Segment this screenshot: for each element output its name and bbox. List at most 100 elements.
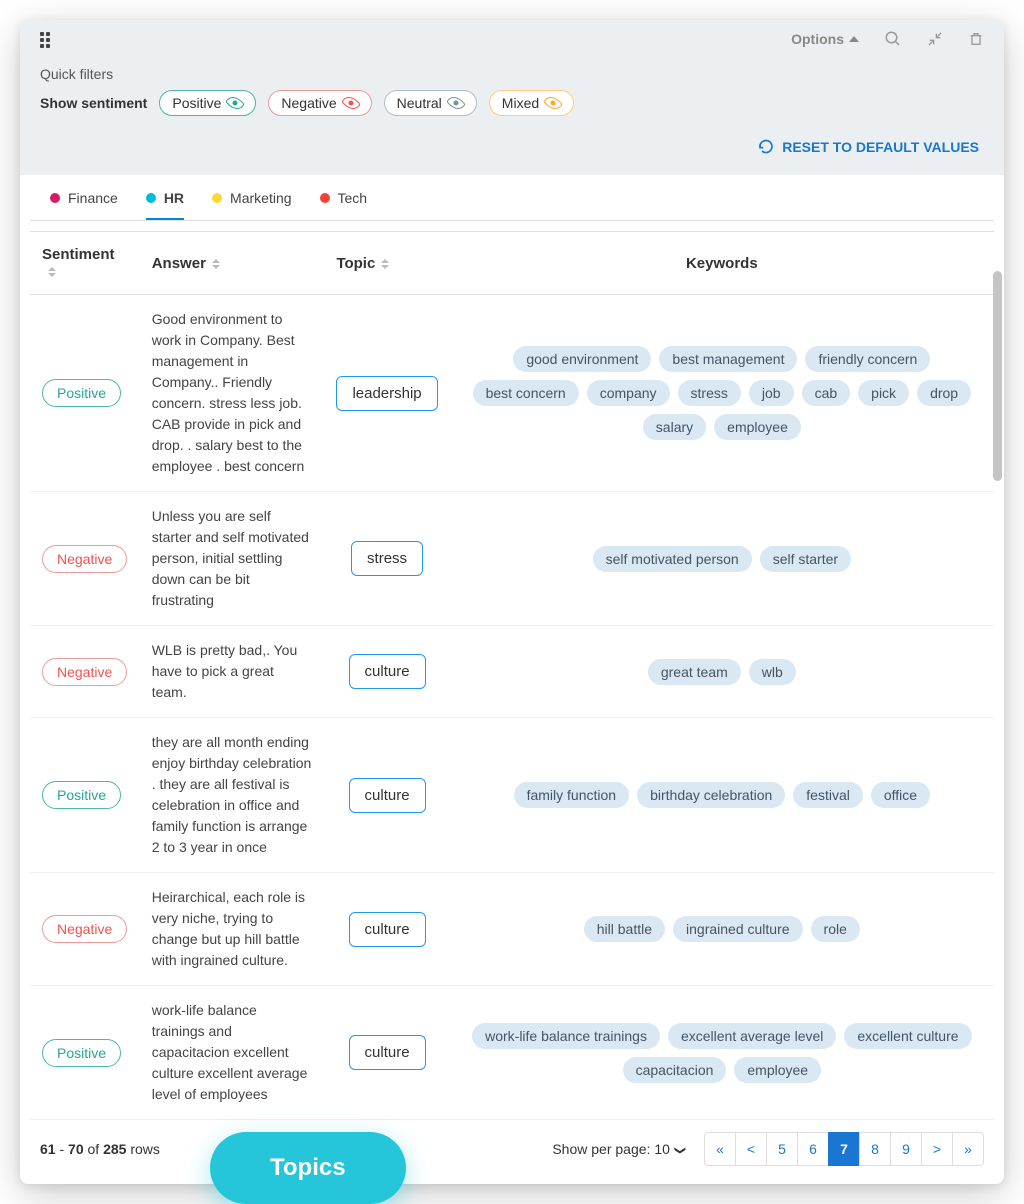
- tab-finance[interactable]: Finance: [50, 190, 118, 220]
- keyword-pill[interactable]: ingrained culture: [673, 916, 803, 942]
- reset-label: RESET TO DEFAULT VALUES: [782, 139, 979, 155]
- keyword-pill[interactable]: self motivated person: [593, 546, 752, 572]
- dot-icon: [320, 193, 330, 203]
- sentiment-pill: Negative: [42, 658, 127, 686]
- trash-icon[interactable]: [968, 30, 984, 48]
- chip-label: Mixed: [502, 95, 539, 111]
- keyword-pill[interactable]: good environment: [513, 346, 651, 372]
- keyword-pill[interactable]: wlb: [749, 659, 796, 685]
- page->[interactable]: >: [921, 1132, 953, 1166]
- answer-cell: they are all month ending enjoy birthday…: [140, 718, 325, 873]
- table-row: Negative Heirarchical, each role is very …: [30, 873, 994, 986]
- keyword-pill[interactable]: capacitacion: [623, 1057, 727, 1083]
- reset-button[interactable]: RESET TO DEFAULT VALUES: [758, 139, 979, 155]
- per-page-select[interactable]: Show per page: 10 ❯: [552, 1141, 685, 1157]
- filter-chip-positive[interactable]: Positive: [159, 90, 256, 116]
- page-«[interactable]: «: [704, 1132, 736, 1166]
- search-icon[interactable]: [884, 30, 902, 48]
- keyword-pill[interactable]: excellent average level: [668, 1023, 836, 1049]
- keyword-pill[interactable]: work-life balance trainings: [472, 1023, 660, 1049]
- keyword-pill[interactable]: company: [587, 380, 670, 406]
- keyword-pill[interactable]: stress: [678, 380, 741, 406]
- keyword-pill[interactable]: self starter: [760, 546, 851, 572]
- tab-label: Marketing: [230, 190, 291, 206]
- filter-chip-neutral[interactable]: Neutral: [384, 90, 477, 116]
- keyword-pill[interactable]: pick: [858, 380, 909, 406]
- dot-icon: [146, 193, 156, 203]
- answer-cell: Good environment to work in Company. Bes…: [140, 295, 325, 492]
- keyword-pill[interactable]: salary: [643, 414, 706, 440]
- row-info: 61 - 70 of 285 rows: [40, 1141, 160, 1157]
- keywords-cell: great team wlb: [462, 659, 982, 685]
- chip-label: Neutral: [397, 95, 442, 111]
- answer-cell: Unless you are self starter and self mot…: [140, 492, 325, 626]
- page-7[interactable]: 7: [828, 1132, 860, 1166]
- col-answer[interactable]: Answer: [140, 232, 325, 295]
- page-5[interactable]: 5: [766, 1132, 798, 1166]
- collapse-icon[interactable]: [927, 31, 943, 47]
- page-8[interactable]: 8: [859, 1132, 891, 1166]
- scrollbar[interactable]: [993, 271, 1002, 481]
- sentiment-pill: Negative: [42, 915, 127, 943]
- col-keywords: Keywords: [450, 232, 994, 295]
- topic-pill[interactable]: culture: [349, 778, 426, 813]
- page-6[interactable]: 6: [797, 1132, 829, 1166]
- keyword-pill[interactable]: drop: [917, 380, 971, 406]
- tab-tech[interactable]: Tech: [320, 190, 368, 220]
- page-9[interactable]: 9: [890, 1132, 922, 1166]
- keyword-pill[interactable]: festival: [793, 782, 863, 808]
- col-sentiment[interactable]: Sentiment: [30, 232, 140, 295]
- tab-label: HR: [164, 190, 184, 206]
- sort-icon: [48, 267, 56, 277]
- topic-pill[interactable]: culture: [349, 654, 426, 689]
- quick-filters-label: Quick filters: [40, 66, 984, 82]
- eye-icon: [225, 93, 245, 113]
- table-row: Positivethey are all month ending enjoy …: [30, 718, 994, 873]
- filter-chip-negative[interactable]: Negative: [268, 90, 371, 116]
- options-button[interactable]: Options: [791, 31, 859, 47]
- table-row: Positivework-life balance trainings and …: [30, 986, 994, 1120]
- data-table: Sentiment Answer Topic Keywords Positive…: [30, 231, 994, 1120]
- answer-cell: Heirarchical, each role is very niche, t…: [140, 873, 325, 986]
- page-»[interactable]: »: [952, 1132, 984, 1166]
- topic-pill[interactable]: leadership: [336, 376, 437, 411]
- chevron-up-icon: [849, 36, 859, 42]
- drag-handle-icon[interactable]: [40, 32, 54, 46]
- dot-icon: [212, 193, 222, 203]
- topic-pill[interactable]: culture: [349, 912, 426, 947]
- keyword-pill[interactable]: family function: [514, 782, 629, 808]
- chip-label: Positive: [172, 95, 221, 111]
- keyword-pill[interactable]: birthday celebration: [637, 782, 785, 808]
- keyword-pill[interactable]: employee: [734, 1057, 821, 1083]
- keyword-pill[interactable]: great team: [648, 659, 741, 685]
- keyword-pill[interactable]: hill battle: [584, 916, 665, 942]
- keyword-pill[interactable]: best concern: [473, 380, 579, 406]
- page-<[interactable]: <: [735, 1132, 767, 1166]
- filter-panel: Quick filters Show sentiment Positive Ne…: [20, 58, 1004, 131]
- keywords-cell: work-life balance trainings excellent ave…: [462, 1023, 982, 1083]
- tab-marketing[interactable]: Marketing: [212, 190, 291, 220]
- chip-label: Negative: [281, 95, 336, 111]
- topics-badge: Topics: [210, 1132, 406, 1204]
- eye-icon: [341, 93, 361, 113]
- keyword-pill[interactable]: role: [811, 916, 860, 942]
- tab-label: Tech: [338, 190, 368, 206]
- keyword-pill[interactable]: cab: [802, 380, 851, 406]
- keyword-pill[interactable]: office: [871, 782, 930, 808]
- tab-hr[interactable]: HR: [146, 190, 184, 220]
- keyword-pill[interactable]: friendly concern: [805, 346, 930, 372]
- keywords-cell: self motivated person self starter: [462, 546, 982, 572]
- eye-icon: [446, 93, 466, 113]
- keyword-pill[interactable]: best management: [659, 346, 797, 372]
- keyword-pill[interactable]: employee: [714, 414, 801, 440]
- keyword-pill[interactable]: job: [749, 380, 794, 406]
- topic-pill[interactable]: stress: [351, 541, 423, 576]
- col-topic[interactable]: Topic: [324, 232, 449, 295]
- keywords-cell: hill battle ingrained culture role: [462, 916, 982, 942]
- filter-chip-mixed[interactable]: Mixed: [489, 90, 574, 116]
- topic-pill[interactable]: culture: [349, 1035, 426, 1070]
- keyword-pill[interactable]: excellent culture: [844, 1023, 971, 1049]
- sentiment-pill: Positive: [42, 1039, 121, 1067]
- toolbar: Options: [20, 20, 1004, 58]
- pagination: «<56789>»: [705, 1132, 984, 1166]
